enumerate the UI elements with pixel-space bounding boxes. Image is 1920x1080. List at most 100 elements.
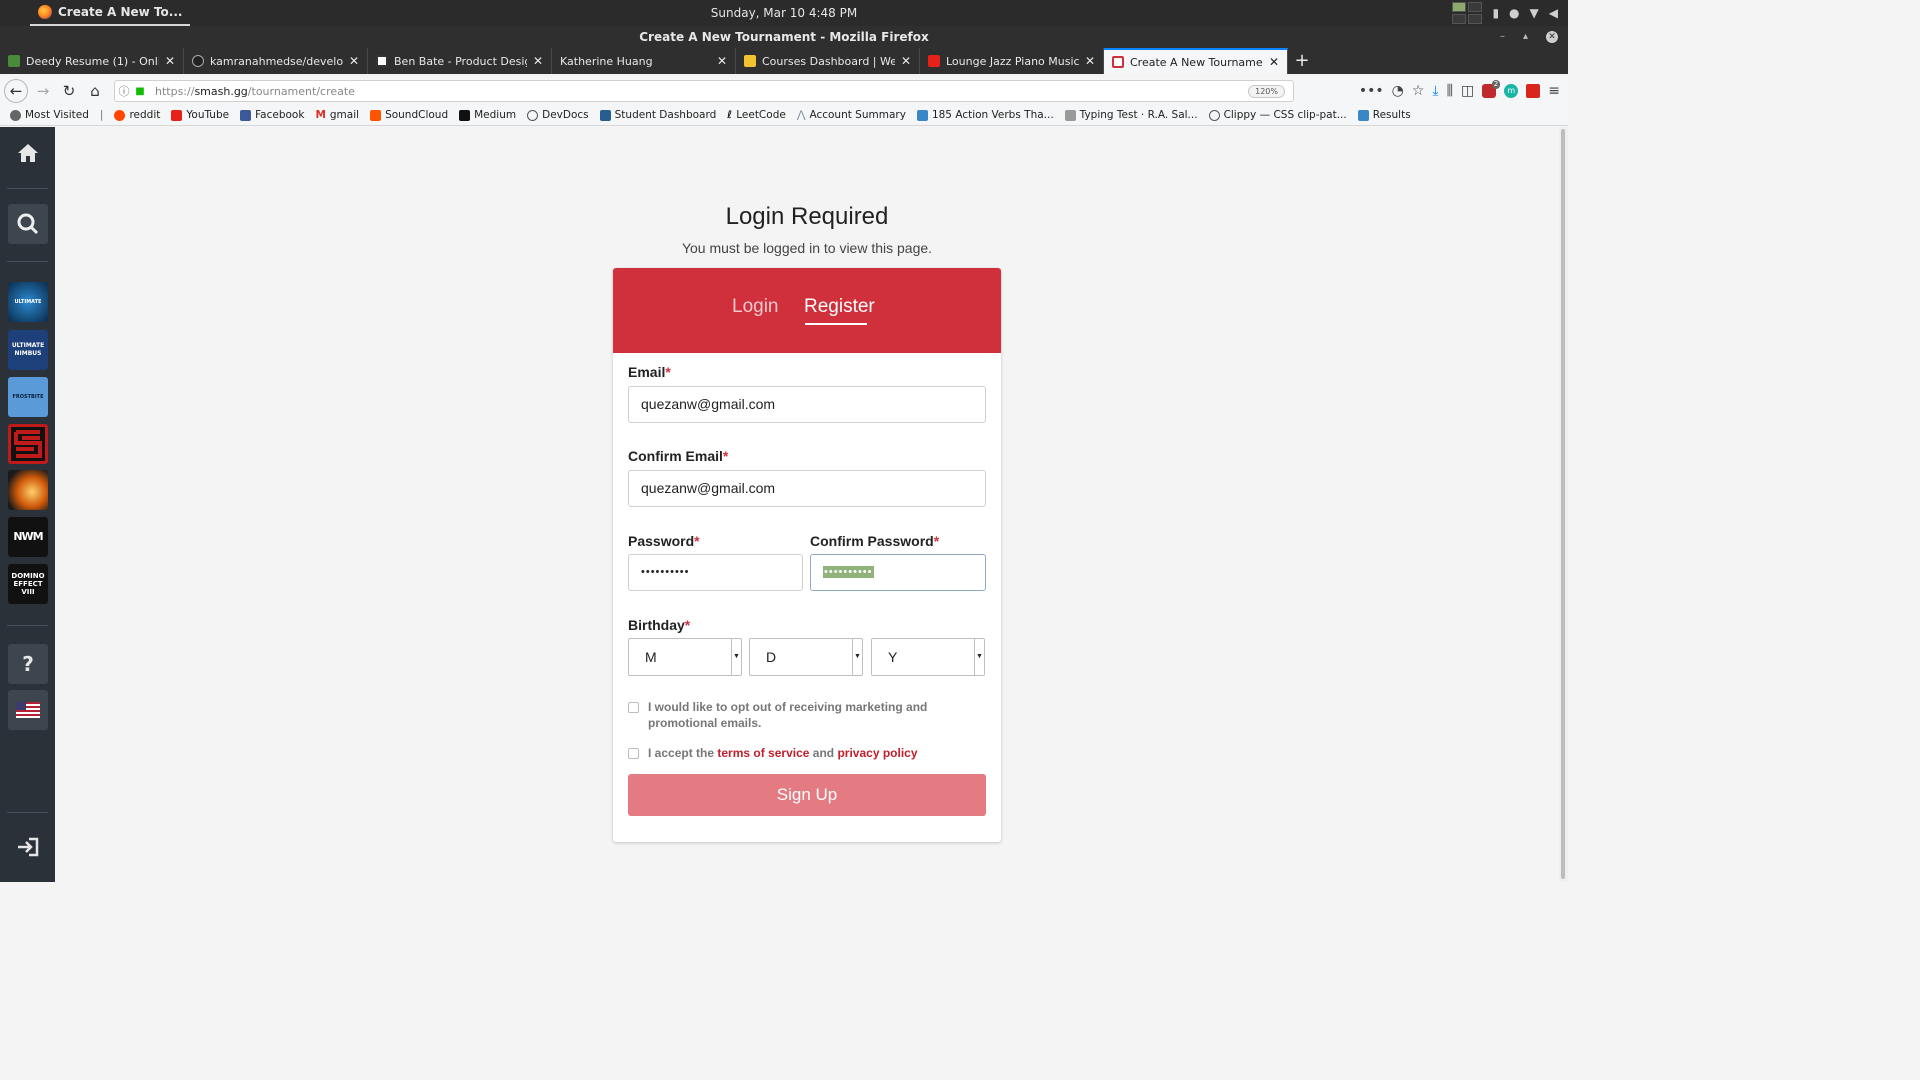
facebook-icon — [240, 109, 252, 121]
confirm-email-label: Confirm Email* — [628, 448, 729, 464]
sidebar-toggle-icon[interactable]: ◫ — [1461, 83, 1474, 99]
bookmark-star-icon[interactable]: ☆ — [1412, 83, 1425, 99]
browser-tab[interactable]: kamranahmedse/developer-r ✕ — [184, 48, 368, 74]
url-bar[interactable]: ⓘ ■ https://smash.gg/tournament/create 1… — [114, 80, 1294, 102]
tab-register[interactable]: Register — [804, 296, 875, 318]
close-tab-icon[interactable]: ✕ — [533, 54, 543, 68]
library-icon[interactable]: ⫼ — [1447, 83, 1453, 99]
browser-tab[interactable]: Deedy Resume (1) - Online La ✕ — [0, 48, 184, 74]
wifi-icon[interactable]: ▼ — [1530, 6, 1539, 20]
help-button[interactable]: ? — [8, 644, 48, 684]
bookmark-separator: | — [99, 109, 104, 121]
birthday-month-select[interactable]: M ▼ — [628, 638, 742, 676]
page-scrollbar[interactable] — [1559, 127, 1568, 882]
smashgg-icon — [1112, 56, 1124, 68]
reload-button[interactable]: ↻ — [56, 78, 82, 104]
zoom-level-badge[interactable]: 120% — [1248, 85, 1285, 98]
pocket-icon[interactable]: ◔ — [1392, 83, 1404, 99]
bookmark-soundcloud[interactable]: SoundCloud — [370, 109, 448, 121]
user-icon[interactable]: ● — [1509, 6, 1519, 20]
volume-icon[interactable]: ◀ — [1549, 6, 1558, 20]
browser-tab[interactable]: Courses Dashboard | Wes Bo ✕ — [736, 48, 920, 74]
browser-tab[interactable]: Lounge Jazz Piano Music - Chi ✕ — [920, 48, 1104, 74]
bookmark-facebook[interactable]: Facebook — [240, 109, 304, 121]
active-app-button[interactable]: Create A New To... — [30, 0, 191, 26]
forward-button[interactable]: → — [30, 78, 56, 104]
game-domino-effect-button[interactable]: DOMINO EFFECT VIII — [8, 564, 48, 604]
bookmark-medium[interactable]: Medium — [459, 109, 516, 121]
bookmark-leetcode[interactable]: ℓ LeetCode — [727, 109, 786, 121]
game-genesis-button[interactable] — [8, 424, 48, 464]
bookmark-devdocs[interactable]: DevDocs — [527, 109, 589, 121]
download-icon[interactable]: ⤓ — [1432, 83, 1438, 99]
game-frostbite-button[interactable]: FROSTBITE — [8, 377, 48, 417]
home-nav-button[interactable] — [8, 133, 48, 173]
back-button[interactable]: ← — [4, 79, 28, 103]
pdf-extension-icon[interactable] — [1526, 84, 1541, 98]
minimize-icon[interactable]: – — [1500, 26, 1505, 48]
email-field[interactable]: quezanw@gmail.com — [628, 386, 986, 423]
game-ultimate-button[interactable]: ULTIMATE — [8, 282, 48, 322]
workspace-switcher[interactable] — [1452, 2, 1483, 24]
bookmark-student-dashboard[interactable]: Student Dashboard — [599, 109, 716, 121]
bookmark-action-verbs[interactable]: 185 Action Verbs Tha... — [916, 109, 1054, 121]
browser-tab[interactable]: Ben Bate - Product Designer ✕ — [368, 48, 552, 74]
question-icon: ? — [22, 652, 34, 676]
us-flag-icon — [16, 702, 40, 718]
confirm-password-field[interactable]: •••••••••• — [810, 554, 986, 591]
birthday-label: Birthday* — [628, 617, 691, 633]
search-nav-button[interactable] — [8, 204, 48, 244]
game-smash-orb-button[interactable] — [8, 470, 48, 510]
clipboard-icon[interactable]: ▮ — [1492, 6, 1499, 20]
bookmark-most-visited[interactable]: Most Visited — [10, 109, 89, 121]
game-nwm-button[interactable]: NWM — [8, 517, 48, 557]
maximize-icon[interactable]: ▴ — [1523, 26, 1528, 48]
close-tab-icon[interactable]: ✕ — [717, 54, 727, 68]
bookmark-account-summary[interactable]: ⋀ Account Summary — [797, 109, 906, 121]
bookmark-youtube[interactable]: YouTube — [171, 109, 229, 121]
birthday-day-select[interactable]: D ▼ — [749, 638, 863, 676]
close-tab-icon[interactable]: ✕ — [901, 54, 911, 68]
reddit-icon — [114, 109, 126, 121]
game-ultimate-nimbus-button[interactable]: ULTIMATE NIMBUS — [8, 330, 48, 370]
bookmark-results[interactable]: Results — [1357, 109, 1411, 121]
accept-terms-checkbox[interactable] — [628, 748, 639, 759]
url-text[interactable]: https://smash.gg/tournament/create — [155, 85, 355, 98]
lock-icon[interactable]: ■ — [133, 86, 147, 97]
active-app-label: Create A New To... — [58, 5, 183, 19]
gear-icon — [10, 109, 21, 121]
bookmark-clippy[interactable]: Clippy — CSS clip-pat... — [1208, 109, 1347, 121]
tab-login[interactable]: Login — [732, 296, 779, 318]
confirm-email-field[interactable]: quezanw@gmail.com — [628, 470, 986, 507]
language-button[interactable] — [8, 690, 48, 730]
bookmark-typing-test[interactable]: Typing Test · R.A. Sal... — [1064, 109, 1198, 121]
menu-icon[interactable]: ≡ — [1548, 83, 1560, 99]
page-actions-icon[interactable]: ••• — [1359, 83, 1384, 99]
ublock-extension-icon[interactable]: 2 — [1482, 80, 1501, 98]
close-tab-icon[interactable]: ✕ — [349, 54, 359, 68]
privacy-policy-link[interactable]: privacy policy — [837, 746, 917, 760]
bookmark-reddit[interactable]: reddit — [114, 109, 160, 121]
close-window-icon[interactable]: ✕ — [1546, 31, 1558, 43]
bookmark-gmail[interactable]: Mgmail — [315, 109, 359, 121]
sign-in-button[interactable] — [8, 827, 48, 867]
browser-tab-active[interactable]: Create A New Tournament ✕ — [1104, 48, 1288, 74]
bookmarks-bar: Most Visited | reddit YouTube Facebook M… — [0, 105, 1568, 126]
close-tab-icon[interactable]: ✕ — [1269, 55, 1279, 69]
extension-m-icon[interactable]: m — [1504, 84, 1519, 98]
birthday-year-select[interactable]: Y ▼ — [871, 638, 985, 676]
optout-checkbox[interactable] — [628, 702, 639, 713]
new-tab-button[interactable]: + — [1288, 48, 1316, 74]
scrollbar-thumb[interactable] — [1561, 129, 1565, 879]
close-tab-icon[interactable]: ✕ — [1085, 54, 1095, 68]
sign-up-button[interactable]: Sign Up — [628, 774, 986, 816]
terms-of-service-link[interactable]: terms of service — [717, 746, 809, 760]
site-info-icon[interactable]: ⓘ — [115, 83, 133, 99]
optout-label[interactable]: I would like to opt out of receiving mar… — [648, 699, 988, 731]
browser-tab[interactable]: Katherine Huang ✕ — [552, 48, 736, 74]
page-content: Login Required You must be logged in to … — [55, 127, 1559, 882]
home-button[interactable]: ⌂ — [82, 78, 108, 104]
os-clock[interactable]: Sunday, Mar 10 4:48 PM — [0, 0, 1568, 26]
password-field[interactable]: •••••••••• — [628, 554, 803, 591]
close-tab-icon[interactable]: ✕ — [165, 54, 175, 68]
